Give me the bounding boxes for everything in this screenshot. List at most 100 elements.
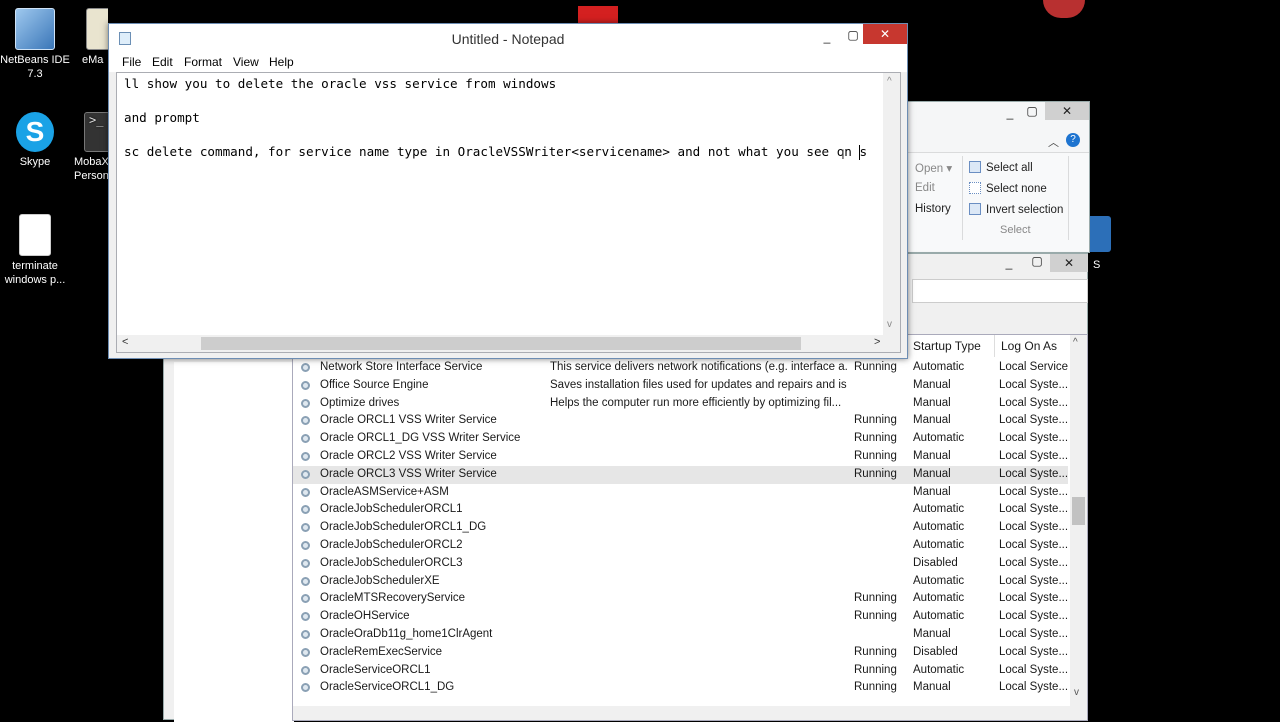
toolbar-area bbox=[912, 279, 1088, 303]
maximize-button[interactable]: ▢ bbox=[843, 28, 863, 42]
service-gear-icon bbox=[301, 469, 310, 479]
table-row[interactable]: Office Source Engine Saves installation f… bbox=[293, 377, 1068, 395]
services-list[interactable]: Startup Type Log On As Network Store Int… bbox=[292, 334, 1088, 721]
history-button[interactable]: History bbox=[915, 203, 951, 215]
service-status: Running bbox=[854, 645, 897, 658]
service-log-on-as: Local Syste... bbox=[999, 574, 1069, 587]
scroll-up-arrow[interactable]: ^ bbox=[1073, 337, 1078, 348]
table-row[interactable]: OracleServiceORCL1 Running Automatic Local … bbox=[293, 662, 1068, 680]
service-startup-type: Automatic bbox=[913, 539, 965, 551]
scroll-down-arrow[interactable]: v bbox=[887, 319, 892, 330]
service-gear-icon bbox=[301, 683, 310, 693]
table-row[interactable]: Oracle ORCL3 VSS Writer Service Running Ma… bbox=[293, 465, 1068, 484]
service-startup-type: Disabled bbox=[913, 645, 958, 658]
table-row[interactable]: OracleASMService+ASM Manual Local Syste... bbox=[293, 484, 1068, 502]
column-header-startup-type[interactable]: Startup Type bbox=[907, 335, 995, 357]
select-all-button[interactable]: Select all bbox=[969, 161, 1033, 174]
help-icon[interactable]: ? bbox=[1066, 133, 1080, 147]
service-log-on-as: Local Syste... bbox=[999, 396, 1069, 409]
open-button[interactable]: Open ▾ bbox=[915, 161, 952, 175]
service-gear-icon bbox=[301, 416, 310, 426]
desktop-icon-skype[interactable]: S Skype bbox=[0, 112, 70, 169]
vertical-scrollbar[interactable]: ^ v bbox=[883, 73, 900, 336]
scroll-left-arrow[interactable]: < bbox=[122, 336, 128, 348]
service-log-on-as: Local Service bbox=[999, 361, 1069, 373]
table-row[interactable]: Optimize drives Helps the computer run mo… bbox=[293, 395, 1068, 413]
close-button[interactable]: ✕ bbox=[1045, 102, 1089, 120]
desktop-icon-netbeans[interactable]: NetBeans IDE 7.3 bbox=[0, 8, 70, 81]
i-beam-cursor-icon: I bbox=[841, 146, 845, 162]
service-name: OracleJobSchedulerXE bbox=[320, 574, 440, 587]
table-row[interactable]: OracleJobSchedulerXE Automatic Local Syste… bbox=[293, 573, 1068, 591]
table-row[interactable]: OracleOraDb11g_home1ClrAgent Manual Local … bbox=[293, 626, 1068, 644]
maximize-button[interactable]: ▢ bbox=[1024, 254, 1050, 268]
service-name: OracleOHService bbox=[320, 610, 410, 623]
select-none-icon bbox=[969, 182, 981, 194]
service-name: OracleJobSchedulerORCL1 bbox=[320, 503, 463, 516]
scroll-up-arrow[interactable]: ^ bbox=[887, 76, 892, 87]
scrollbar-thumb[interactable] bbox=[1072, 497, 1085, 525]
service-name: Optimize drives bbox=[320, 396, 400, 409]
service-description: Saves installation files used for update… bbox=[550, 378, 847, 391]
service-startup-type: Manual bbox=[913, 378, 951, 391]
desktop-icon-emanager[interactable]: eMa bbox=[68, 8, 108, 67]
scrollbar-thumb[interactable] bbox=[201, 337, 801, 350]
table-row[interactable]: Oracle ORCL1_DG VSS Writer Service Runnin… bbox=[293, 430, 1068, 448]
title-bar[interactable]: Untitled - Notepad _ ▢ ✕ bbox=[109, 24, 907, 54]
red-app-icon bbox=[578, 6, 618, 24]
extended-panel bbox=[174, 362, 294, 722]
vertical-scrollbar[interactable]: ^ v bbox=[1070, 335, 1087, 720]
ribbon-divider bbox=[962, 156, 963, 240]
table-row[interactable]: Oracle ORCL1 VSS Writer Service Running Ma… bbox=[293, 412, 1068, 430]
horizontal-scrollbar[interactable]: < > bbox=[117, 335, 900, 352]
service-status: Running bbox=[854, 432, 897, 445]
ribbon-collapse-icon[interactable]: ︿ bbox=[1048, 134, 1059, 150]
service-startup-type: Automatic bbox=[913, 663, 965, 676]
service-name: OracleMTSRecoveryService bbox=[320, 592, 466, 605]
desktop-icon-terminate-file[interactable]: terminate windows p... bbox=[0, 214, 70, 287]
service-startup-type: Automatic bbox=[913, 592, 965, 605]
close-button[interactable]: ✕ bbox=[863, 24, 907, 44]
desktop-icon-mobaxterm[interactable]: >_ MobaX Person bbox=[68, 112, 108, 183]
table-row[interactable]: Network Store Interface Service This serv… bbox=[293, 359, 1068, 377]
service-name: Oracle ORCL1 VSS Writer Service bbox=[320, 414, 497, 427]
horizontal-scrollbar[interactable] bbox=[293, 706, 1070, 720]
service-status: Running bbox=[854, 592, 897, 605]
invert-selection-button[interactable]: Invert selection bbox=[969, 203, 1063, 216]
explorer-window: _ ▢ ✕ ︿ ? Open ▾ Edit History Select all… bbox=[907, 101, 1090, 253]
service-startup-type: Manual bbox=[913, 414, 951, 427]
table-row[interactable]: OracleJobSchedulerORCL1 Automatic Local Sy… bbox=[293, 501, 1068, 519]
service-gear-icon bbox=[301, 647, 310, 657]
table-row[interactable]: Oracle ORCL2 VSS Writer Service Running Ma… bbox=[293, 448, 1068, 466]
table-row[interactable]: OracleJobSchedulerORCL3 Disabled Local Sys… bbox=[293, 555, 1068, 573]
table-row[interactable]: OracleServiceORCL1_DG Running Manual Local … bbox=[293, 679, 1068, 697]
partial-app-icon[interactable] bbox=[1087, 216, 1111, 252]
text-editor[interactable]: ll show you to delete the oracle vss ser… bbox=[116, 72, 901, 353]
table-row[interactable]: OracleOHService Running Automatic Local Sys… bbox=[293, 608, 1068, 626]
maximize-button[interactable]: ▢ bbox=[1021, 104, 1043, 118]
desktop-icon-label: NetBeans IDE 7.3 bbox=[0, 54, 70, 80]
menu-help[interactable]: Help bbox=[269, 55, 294, 69]
menu-file[interactable]: File bbox=[122, 55, 141, 69]
service-log-on-as: Local Syste... bbox=[999, 521, 1069, 534]
service-log-on-as: Local Syste... bbox=[999, 450, 1069, 462]
menu-format[interactable]: Format bbox=[184, 55, 222, 69]
table-row[interactable]: OracleJobSchedulerORCL1_DG Automatic Local… bbox=[293, 519, 1068, 537]
minimize-button[interactable]: _ bbox=[996, 256, 1022, 270]
menu-edit[interactable]: Edit bbox=[152, 55, 173, 69]
service-startup-type: Manual bbox=[913, 450, 951, 462]
select-none-button[interactable]: Select none bbox=[969, 182, 1047, 195]
table-row[interactable]: OracleMTSRecoveryService Running Automatic… bbox=[293, 590, 1068, 608]
scroll-right-arrow[interactable]: > bbox=[874, 336, 880, 348]
service-startup-type: Automatic bbox=[913, 503, 965, 516]
minimize-button[interactable]: _ bbox=[817, 30, 837, 44]
table-row[interactable]: OracleRemExecService Running Disabled Local… bbox=[293, 644, 1068, 662]
scroll-down-arrow[interactable]: v bbox=[1074, 687, 1079, 698]
table-row[interactable]: OracleJobSchedulerORCL2 Automatic Local Sy… bbox=[293, 537, 1068, 555]
edit-button[interactable]: Edit bbox=[915, 182, 935, 194]
minimize-button[interactable]: _ bbox=[999, 106, 1021, 120]
menu-view[interactable]: View bbox=[233, 55, 259, 69]
close-button[interactable]: ✕ bbox=[1050, 254, 1088, 272]
service-log-on-as: Local Syste... bbox=[999, 378, 1069, 391]
service-log-on-as: Local Syste... bbox=[999, 539, 1069, 551]
